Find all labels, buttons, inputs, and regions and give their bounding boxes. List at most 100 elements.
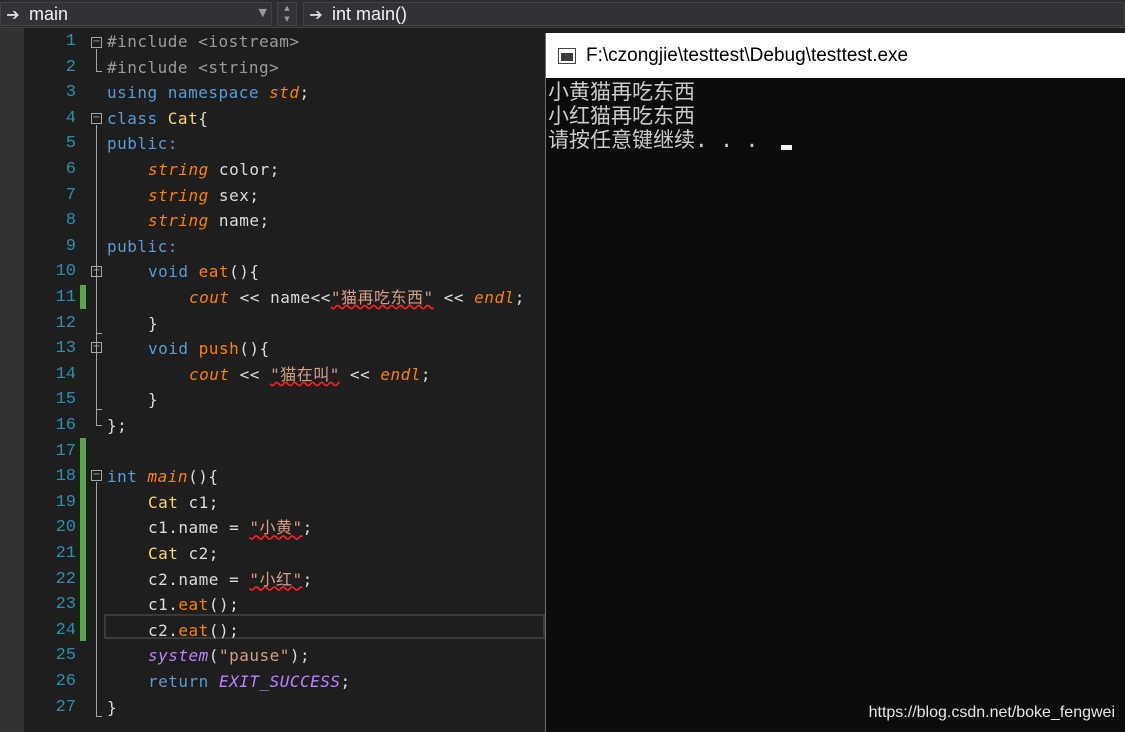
punct-token: ;: [420, 364, 432, 384]
punct-token: ;: [302, 569, 313, 589]
keyword-token: void: [148, 339, 199, 359]
console-line: 请按任意键继续. . .: [548, 128, 792, 152]
code-line-11[interactable]: 11 cout << name<<"猫再吃东西" << endl;: [0, 285, 545, 311]
keyword-token: class: [107, 108, 168, 128]
code-text: class Cat{: [107, 106, 208, 132]
code-line-4[interactable]: 4 class Cat{: [0, 106, 545, 132]
class-name-token: Cat: [148, 544, 179, 563]
line-number: 6: [65, 160, 76, 179]
operator-token: <<: [433, 288, 475, 307]
line-number: 17: [55, 441, 76, 461]
string-literal: "猫在叫": [270, 364, 340, 384]
code-line-2[interactable]: 2 #include <string>: [0, 55, 545, 81]
code-line-16[interactable]: 16 };: [0, 413, 545, 439]
code-line-24[interactable]: 24 c2.eat();: [0, 618, 545, 644]
identifier-token: endl: [474, 288, 515, 307]
line-number: 27: [55, 697, 76, 717]
class-name-token: Cat: [167, 108, 199, 128]
console-title-bar[interactable]: F:\czongjie\testtest\Debug\testtest.exe: [546, 33, 1125, 78]
line-number: 19: [55, 492, 76, 512]
type-token: string: [148, 185, 209, 205]
identifier-token: cout: [189, 288, 230, 307]
code-line-10[interactable]: 10 void eat(){: [0, 259, 545, 285]
code-text: c1.name = "小黄";: [148, 515, 313, 541]
code-line-25[interactable]: 25 system("pause");: [0, 643, 545, 669]
scope-dropdown[interactable]: ➔ main ▼: [0, 2, 272, 26]
code-text: cout << name<<"猫再吃东西" << endl;: [189, 285, 525, 311]
code-line-13[interactable]: 13 void push(){: [0, 336, 545, 362]
function-name-token: eat: [178, 620, 209, 640]
code-line-26[interactable]: 26 return EXIT_SUCCESS;: [0, 669, 545, 695]
string-literal: "猫再吃东西": [330, 288, 434, 307]
code-line-5[interactable]: 5 public:: [0, 131, 545, 157]
code-text: void eat(){: [148, 259, 259, 285]
code-text: };: [107, 413, 127, 439]
code-line-8[interactable]: 8 string name;: [0, 208, 545, 234]
keyword-token: int: [107, 467, 148, 487]
punct-token: (){: [239, 339, 270, 359]
code-text: public:: [107, 234, 178, 260]
console-prompt-text: 请按任意键继续. . .: [548, 128, 771, 152]
punct-token: }: [107, 697, 118, 717]
code-line-22[interactable]: 22 c2.name = "小红";: [0, 567, 545, 593]
identifier-token: color;: [208, 160, 280, 179]
code-line-21[interactable]: 21 Cat c2;: [0, 541, 545, 567]
code-text: cout << "猫在叫" << endl;: [189, 362, 431, 388]
code-text: c1.eat();: [148, 592, 239, 618]
code-editor[interactable]: − − − − − 1 #include <iostream> 2 #inclu…: [0, 28, 545, 732]
keyword-token: using namespace: [107, 83, 270, 103]
line-number: 5: [65, 134, 76, 154]
punct-token: ;: [299, 83, 310, 103]
function-name-token: main: [147, 467, 189, 487]
operator-token: <<: [229, 364, 271, 384]
code-text: }: [148, 311, 158, 337]
code-line-19[interactable]: 19 Cat c1;: [0, 490, 545, 516]
code-line-15[interactable]: 15 }: [0, 387, 545, 413]
line-number: 18: [55, 467, 76, 487]
code-line-20[interactable]: 20 c1.name = "小黄";: [0, 515, 545, 541]
line-number: 24: [55, 620, 76, 640]
code-line-12[interactable]: 12 }: [0, 311, 545, 337]
console-line: 小黄猫再吃东西: [548, 80, 695, 104]
identifier-token: sex;: [208, 185, 260, 205]
code-line-23[interactable]: 23 c1.eat();: [0, 592, 545, 618]
console-title: F:\czongjie\testtest\Debug\testtest.exe: [586, 44, 909, 66]
line-number: 16: [55, 416, 76, 435]
code-line-1[interactable]: 1 #include <iostream>: [0, 29, 545, 55]
code-line-3[interactable]: 3 using namespace std;: [0, 80, 545, 106]
line-number: 25: [55, 646, 76, 666]
console-cursor: [780, 145, 792, 150]
code-line-7[interactable]: 7 string sex;: [0, 183, 545, 209]
punct-token: (){: [229, 262, 260, 282]
function-dropdown[interactable]: ➔ int main(): [303, 2, 1125, 26]
chevron-down-icon[interactable]: ▼: [259, 6, 267, 19]
identifier-token: c2.name =: [148, 569, 250, 589]
line-number: 14: [55, 364, 76, 384]
code-line-9[interactable]: 9 public:: [0, 234, 545, 260]
code-line-18[interactable]: 18 int main(){: [0, 464, 545, 490]
code-line-27[interactable]: 27 }: [0, 695, 545, 721]
function-name-token: eat: [198, 262, 230, 282]
split-spinner[interactable]: ▲ ▼: [277, 2, 297, 26]
punct-token: (){: [188, 467, 219, 487]
code-text: return EXIT_SUCCESS;: [148, 669, 351, 695]
line-number: 12: [55, 313, 76, 333]
code-text: system("pause");: [148, 643, 310, 669]
code-line-17[interactable]: 17: [0, 439, 545, 465]
function-name-token: system: [148, 646, 209, 666]
punct-token: );: [289, 646, 311, 666]
identifier-token: c1.name =: [148, 518, 250, 538]
code-line-6[interactable]: 6 string color;: [0, 157, 545, 183]
line-number: 13: [55, 339, 76, 359]
function-dropdown-label: int main(): [332, 3, 408, 24]
console-window[interactable]: F:\czongjie\testtest\Debug\testtest.exe …: [545, 33, 1125, 732]
string-literal: "pause": [218, 646, 290, 666]
line-number: 21: [55, 544, 76, 563]
code-line-14[interactable]: 14 cout << "猫在叫" << endl;: [0, 362, 545, 388]
code-text: Cat c2;: [148, 541, 219, 567]
punct-token: };: [107, 416, 128, 435]
function-name-token: push: [198, 339, 240, 359]
arrow-right-icon: ➔: [309, 4, 323, 24]
console-line: 小红猫再吃东西: [548, 104, 695, 128]
macro-token: EXIT_SUCCESS: [218, 672, 341, 691]
